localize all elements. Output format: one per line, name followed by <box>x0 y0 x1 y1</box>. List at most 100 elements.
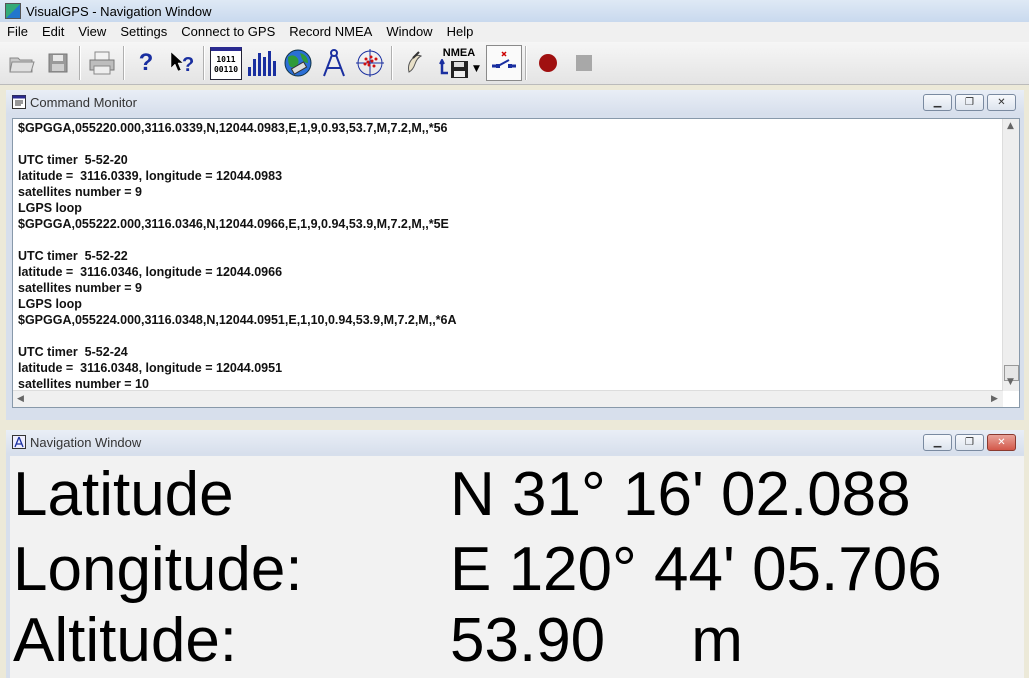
scroll-down-icon[interactable]: ▼ <box>1007 377 1014 387</box>
globe-satellite-icon <box>284 49 312 77</box>
survey-button[interactable] <box>316 45 352 81</box>
signal-level-button[interactable] <box>244 45 280 81</box>
visualgps-app-icon <box>5 3 21 19</box>
log-line: satellites number = 9 <box>18 281 143 295</box>
compass-icon <box>12 435 26 449</box>
binary-icon: 1011 00110 <box>210 46 242 80</box>
cmd-minimize-button[interactable]: ▁ <box>923 94 952 111</box>
menu-bar: File Edit View Settings Connect to GPS R… <box>0 22 1029 42</box>
cmd-close-button[interactable]: ✕ <box>987 94 1016 111</box>
navigation-window: Navigation Window ▁ ❐ ✕ Latitude N 31° 1… <box>6 430 1024 678</box>
navigation-window-title-bar[interactable]: Navigation Window ▁ ❐ ✕ <box>6 430 1024 454</box>
menu-file[interactable]: File <box>0 22 35 42</box>
log-line: $GPGGA,055224.000,3116.0348,N,12044.0951… <box>18 313 457 327</box>
monitor-icon <box>12 95 26 109</box>
log-line: latitude = 3116.0348, longitude = 12044.… <box>18 361 283 375</box>
menu-edit[interactable]: Edit <box>35 22 71 42</box>
minimize-icon: ▁ <box>933 437 942 448</box>
restore-icon: ❐ <box>965 437 974 448</box>
printer-icon <box>89 51 115 75</box>
print-button[interactable] <box>84 45 120 81</box>
menu-help[interactable]: Help <box>440 22 481 42</box>
stop-button[interactable] <box>566 45 602 81</box>
menu-connect-to-gps[interactable]: Connect to GPS <box>174 22 282 42</box>
binary-line-1: 1011 <box>216 54 236 64</box>
record-button[interactable] <box>530 45 566 81</box>
scroll-right-icon[interactable]: ▶ <box>991 394 998 404</box>
toolbar-separator <box>203 46 205 80</box>
close-icon: ✕ <box>997 97 1006 108</box>
log-line: latitude = 3116.0346, longitude = 12044.… <box>18 265 283 279</box>
menu-view[interactable]: View <box>71 22 113 42</box>
nav-restore-button[interactable]: ❐ <box>955 434 984 451</box>
open-button[interactable] <box>4 45 40 81</box>
nmea-log: $GPGGA,055220.000,3116.0339,N,12044.0983… <box>18 120 1003 392</box>
scroll-left-icon[interactable]: ◀ <box>17 394 24 404</box>
log-line: LGPS loop <box>18 201 82 215</box>
command-monitor-output[interactable]: $GPGGA,055220.000,3116.0339,N,12044.0983… <box>12 118 1020 408</box>
connect-toggle-button[interactable] <box>486 45 522 81</box>
nmea-icon-label: NMEA <box>442 47 476 59</box>
log-line: UTC timer 5-52-20 <box>18 153 128 167</box>
nmea-save-button[interactable]: NMEA ▼ <box>432 45 486 81</box>
hand-write-icon <box>408 51 423 73</box>
vertical-scrollbar[interactable]: ▲ ▼ <box>1002 119 1019 391</box>
command-monitor-title: Command Monitor <box>30 94 137 110</box>
log-line: UTC timer 5-52-22 <box>18 249 128 263</box>
scatter-plot-button[interactable] <box>352 45 388 81</box>
log-line: $GPGGA,055220.000,3116.0339,N,12044.0983… <box>18 121 448 135</box>
binary-data-button[interactable]: 1011 00110 <box>208 45 244 81</box>
save-button[interactable] <box>40 45 76 81</box>
navigation-readout: Latitude N 31° 16' 02.088 Longitude: E 1… <box>10 456 1024 678</box>
svg-text:?: ? <box>182 54 194 76</box>
toolbar-separator <box>123 46 125 80</box>
help-button[interactable]: ? <box>128 45 164 81</box>
scroll-up-icon[interactable]: ▲ <box>1007 121 1014 131</box>
stop-square-icon <box>576 55 592 71</box>
record-dot-icon <box>539 54 557 72</box>
question-mark-icon: ? <box>138 49 154 76</box>
nav-close-button[interactable]: ✕ <box>987 434 1016 451</box>
app-title: VisualGPS - Navigation Window <box>26 3 212 19</box>
command-monitor-title-bar[interactable]: Command Monitor ▁ ❐ ✕ <box>6 90 1024 114</box>
nmea-disk-icon: NMEA ▼ <box>438 47 480 79</box>
open-folder-icon <box>9 57 35 73</box>
log-line: satellites number = 9 <box>18 185 143 199</box>
menu-record-nmea[interactable]: Record NMEA <box>282 22 379 42</box>
globe-satellite-button[interactable] <box>280 45 316 81</box>
save-disk-icon <box>48 53 68 73</box>
nmea-dropdown-icon[interactable]: ▼ <box>473 64 480 74</box>
latitude-label: Latitude <box>13 460 234 529</box>
latitude-value: N 31° 16' 02.088 <box>450 460 911 529</box>
command-monitor-button[interactable] <box>396 45 432 81</box>
longitude-label: Longitude: <box>13 535 303 604</box>
restore-icon: ❐ <box>965 97 974 108</box>
log-line: latitude = 3116.0339, longitude = 12044.… <box>18 169 283 183</box>
menu-window[interactable]: Window <box>379 22 439 42</box>
close-icon: ✕ <box>997 437 1006 448</box>
altitude-value: 53.90 m <box>450 606 743 675</box>
binary-line-2: 00110 <box>213 64 239 74</box>
toolbar-separator <box>79 46 81 80</box>
nav-minimize-button[interactable]: ▁ <box>923 434 952 451</box>
menu-settings[interactable]: Settings <box>113 22 174 42</box>
toolbar: ? ? 1011 00110 NMEA ▼ <box>0 42 1029 85</box>
log-line: UTC timer 5-52-24 <box>18 345 128 359</box>
whats-this-help-button[interactable]: ? <box>164 45 200 81</box>
altitude-label: Altitude: <box>13 606 238 675</box>
navigation-window-title: Navigation Window <box>30 434 142 450</box>
log-line: $GPGGA,055222.000,3116.0346,N,12044.0966… <box>18 217 449 231</box>
scatter-target-icon <box>356 49 384 77</box>
horizontal-scrollbar[interactable]: ◀ ▶ <box>13 390 1003 407</box>
cmd-restore-button[interactable]: ❐ <box>955 94 984 111</box>
signal-bars-icon <box>248 51 276 76</box>
command-monitor-window: Command Monitor ▁ ❐ ✕ $GPGGA,055220.000,… <box>6 90 1024 420</box>
toolbar-separator <box>391 46 393 80</box>
compass-divider-icon <box>323 49 345 77</box>
minimize-icon: ▁ <box>933 97 942 108</box>
app-title-bar[interactable]: VisualGPS - Navigation Window <box>0 0 1029 23</box>
longitude-value: E 120° 44' 05.706 <box>450 535 942 604</box>
